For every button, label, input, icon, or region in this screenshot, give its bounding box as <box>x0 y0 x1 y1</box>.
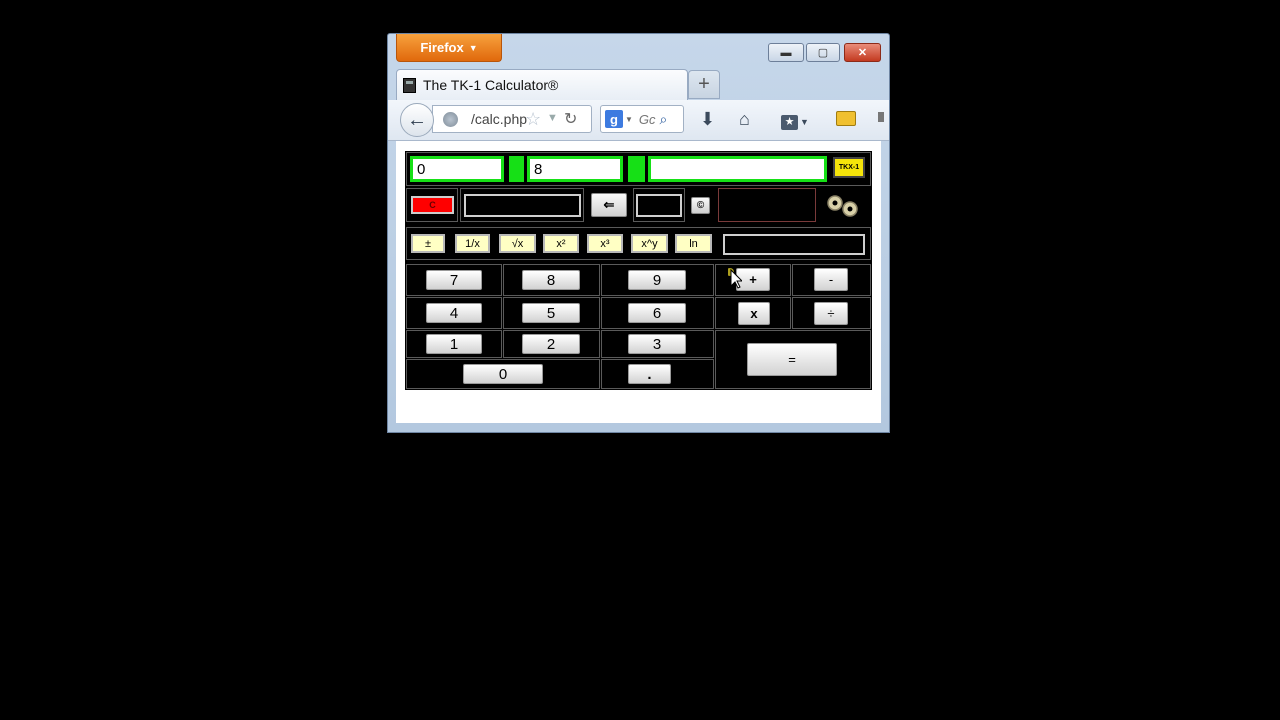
download-icon[interactable]: ⬇ <box>700 109 715 130</box>
backspace-button[interactable]: ⇐ <box>591 193 627 217</box>
key-6[interactable]: 6 <box>628 303 686 323</box>
tab-calculator[interactable]: The TK-1 Calculator® <box>396 69 688 100</box>
ln-button[interactable]: ln <box>675 234 712 253</box>
close-icon: ✕ <box>857 47 868 59</box>
blank-cell <box>718 188 816 222</box>
reciprocal-button[interactable]: 1/x <box>455 234 490 253</box>
key-2[interactable]: 2 <box>522 334 580 354</box>
cube-button[interactable]: x³ <box>587 234 623 253</box>
clear-button[interactable]: C <box>411 196 454 214</box>
sqrt-button[interactable]: √x <box>499 234 536 253</box>
page-content: 0 8 TKX-1 C ⇐ © ± 1/x √x x² x³ x^y ln 7 … <box>396 141 881 423</box>
key-equals[interactable]: = <box>747 343 837 376</box>
plus-minus-button[interactable]: ± <box>411 234 445 253</box>
firefox-menu-label: Firefox <box>420 40 464 55</box>
new-tab-button[interactable]: + <box>688 70 720 99</box>
mouse-cursor-icon <box>728 268 742 289</box>
search-engine-caret-icon[interactable]: ▼ <box>625 115 633 124</box>
bookmarks-menu-button[interactable]: ★ ▼ <box>781 109 815 130</box>
tab-bar: The TK-1 Calculator® + <box>388 68 889 100</box>
key-1[interactable]: 1 <box>426 334 482 354</box>
reload-icon[interactable]: ↻ <box>564 109 577 129</box>
settings-gears-icon[interactable] <box>823 193 863 219</box>
key-decimal[interactable]: . <box>628 364 671 384</box>
home-icon[interactable]: ⌂ <box>739 109 750 130</box>
key-4[interactable]: 4 <box>426 303 482 323</box>
bookmark-star-icon[interactable]: ☆ <box>525 109 541 130</box>
chevron-down-icon: ▼ <box>800 117 809 127</box>
navigation-toolbar: /calc.php ☆ ▼ ↻ ← g ▼ Gc ⌕ ⬇ ⌂ ★ ▼ <box>388 100 889 141</box>
google-icon[interactable]: g <box>605 110 623 128</box>
search-bar[interactable]: g ▼ Gc ⌕ <box>600 105 684 133</box>
key-divide[interactable]: ÷ <box>814 302 848 325</box>
search-icon[interactable]: ⌕ <box>660 111 668 128</box>
key-0[interactable]: 0 <box>463 364 543 384</box>
globe-icon <box>443 111 458 127</box>
browser-window: Firefox ▼ ▬ ▢ ✕ The TK-1 Calculator® + /… <box>387 33 890 433</box>
overflow-icon[interactable] <box>878 112 884 122</box>
search-input[interactable]: Gc <box>639 112 656 127</box>
url-text: /calc.php <box>471 111 528 127</box>
key-9[interactable]: 9 <box>628 270 686 290</box>
power-button[interactable]: x^y <box>631 234 668 253</box>
key-5[interactable]: 5 <box>522 303 580 323</box>
small-field[interactable] <box>636 194 682 217</box>
plus-icon: + <box>698 73 710 95</box>
close-button[interactable]: ✕ <box>844 43 881 62</box>
tkx-logo: TKX-1 <box>833 157 865 178</box>
memory-field[interactable] <box>464 194 581 217</box>
divider-bar <box>628 156 645 182</box>
key-8[interactable]: 8 <box>522 270 580 290</box>
key-7[interactable]: 7 <box>426 270 482 290</box>
back-arrow-icon: ← <box>407 108 427 131</box>
addon-icon[interactable] <box>836 111 856 126</box>
maximize-icon: ▢ <box>817 47 829 59</box>
url-bar[interactable]: /calc.php ☆ ▼ ↻ <box>432 105 592 133</box>
copy-button[interactable]: © <box>691 197 710 214</box>
calculator: 0 8 TKX-1 C ⇐ © ± 1/x √x x² x³ x^y ln 7 … <box>405 151 872 390</box>
bookmarks-icon: ★ <box>781 115 798 130</box>
maximize-button[interactable]: ▢ <box>806 43 840 62</box>
function-field[interactable] <box>723 234 865 255</box>
display-field-2[interactable]: 8 <box>527 156 623 182</box>
tab-title: The TK-1 Calculator® <box>423 77 559 93</box>
divider-bar <box>509 156 524 182</box>
chevron-down-icon: ▼ <box>468 42 478 53</box>
url-dropdown-icon[interactable]: ▼ <box>547 112 558 124</box>
calculator-favicon-icon <box>403 77 416 93</box>
display-field-1[interactable]: 0 <box>410 156 504 182</box>
key-multiply[interactable]: x <box>738 302 770 325</box>
minimize-button[interactable]: ▬ <box>768 43 804 62</box>
firefox-menu-button[interactable]: Firefox ▼ <box>396 34 502 62</box>
back-button[interactable]: ← <box>400 103 434 137</box>
display-field-3[interactable] <box>648 156 827 182</box>
square-button[interactable]: x² <box>543 234 579 253</box>
key-3[interactable]: 3 <box>628 334 686 354</box>
key-minus[interactable]: - <box>814 268 848 291</box>
minimize-icon: ▬ <box>780 46 792 59</box>
